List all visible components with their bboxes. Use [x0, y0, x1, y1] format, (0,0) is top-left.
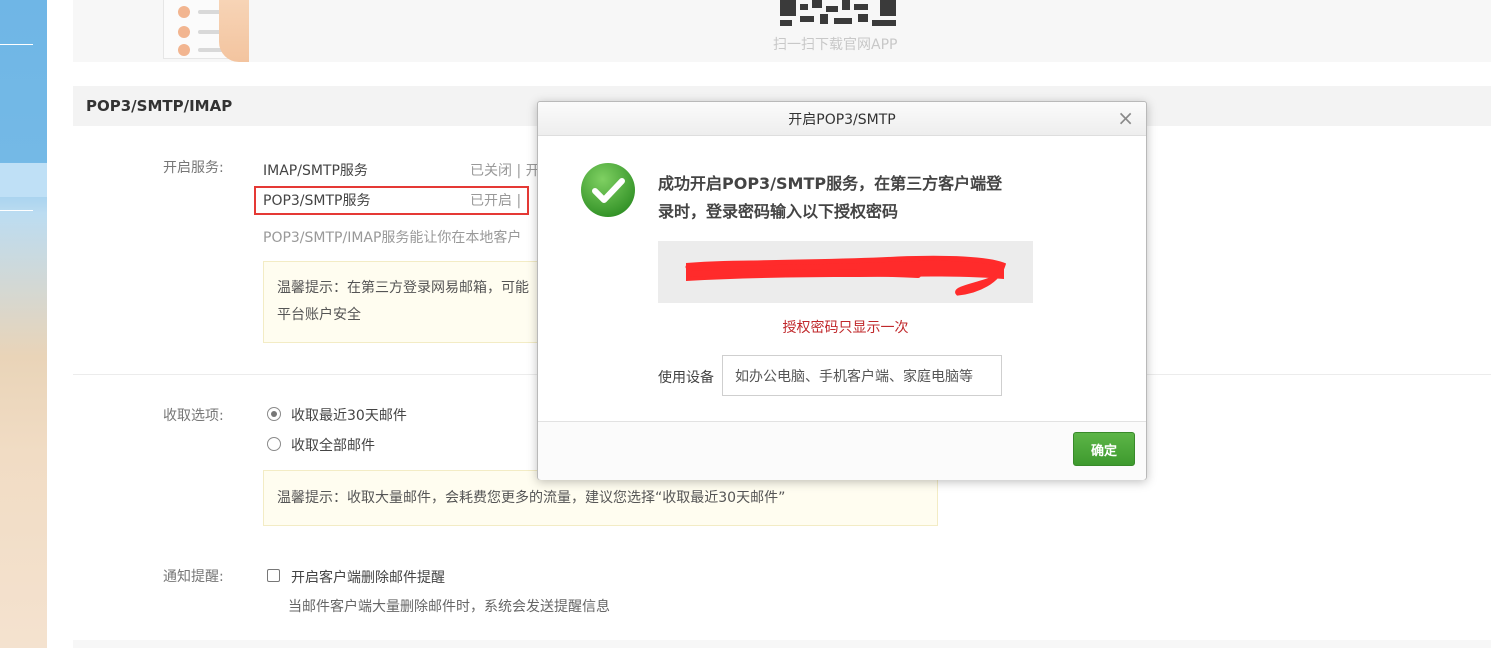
option-recent-30-days[interactable]: 收取最近30天邮件 — [291, 405, 407, 425]
dialog-title: 开启POP3/SMTP — [788, 112, 896, 128]
services-tip-line2: 平台账户安全 — [277, 307, 361, 323]
imap-service-status[interactable]: 已关闭 | 开 — [470, 160, 540, 180]
radio-all-mail[interactable] — [267, 437, 281, 451]
check-circle-icon — [581, 163, 635, 217]
confirm-button[interactable]: 确定 — [1073, 432, 1135, 466]
notify-label: 通知提醒: — [163, 569, 224, 585]
success-message-line2: 录时，登录密码输入以下授权密码 — [658, 202, 899, 221]
dialog-header: 开启POP3/SMTP × — [538, 102, 1146, 136]
device-label: 使用设备 — [658, 370, 714, 386]
pop3-smtp-dialog: 开启POP3/SMTP × 成功开启POP3/SMTP服务，在第三方客户端登 录… — [537, 101, 1147, 480]
imap-service-name: IMAP/SMTP服务 — [263, 163, 368, 179]
device-input[interactable] — [722, 355, 1002, 396]
delete-alert-label[interactable]: 开启客户端删除邮件提醒 — [291, 567, 445, 587]
close-icon[interactable]: × — [1117, 106, 1134, 130]
service-description: POP3/SMTP/IMAP服务能让你在本地客户 — [263, 230, 522, 246]
services-label: 开启服务: — [163, 160, 224, 176]
app-promo-banner: 扫一扫下载官网APP — [73, 0, 1491, 62]
highlight-box — [254, 186, 529, 215]
dialog-footer: 确定 — [538, 421, 1146, 480]
redaction-scribble — [685, 255, 1007, 296]
success-message-line1: 成功开启POP3/SMTP服务，在第三方客户端登 — [658, 174, 1003, 193]
fetch-options-label: 收取选项: — [163, 408, 224, 424]
qr-code-icon — [780, 0, 900, 28]
phone-illustration — [139, 0, 249, 62]
sidebar-divider — [0, 44, 33, 45]
auth-code-note: 授权密码只显示一次 — [782, 320, 909, 336]
section-title: POP3/SMTP/IMAP — [86, 97, 233, 115]
footer-band — [73, 640, 1491, 648]
services-tip-line1: 温馨提示：在第三方登录网易邮箱，可能 — [277, 280, 529, 296]
fetch-tip-text: 温馨提示：收取大量邮件，会耗费您更多的流量，建议您选择“收取最近30天邮件” — [277, 490, 786, 506]
delete-alert-hint: 当邮件客户端大量删除邮件时，系统会发送提醒信息 — [288, 599, 610, 615]
left-sidebar — [0, 0, 47, 648]
radio-recent-30-days[interactable] — [267, 407, 281, 421]
sidebar-divider — [0, 210, 33, 211]
delete-alert-checkbox[interactable] — [267, 569, 280, 582]
option-all-mail[interactable]: 收取全部邮件 — [291, 435, 375, 455]
sidebar-active-item[interactable] — [0, 163, 47, 197]
qr-caption: 扫一扫下载官网APP — [773, 37, 898, 53]
auth-code-box — [658, 241, 1033, 303]
success-message: 成功开启POP3/SMTP服务，在第三方客户端登 录时，登录密码输入以下授权密码 — [658, 170, 1048, 226]
